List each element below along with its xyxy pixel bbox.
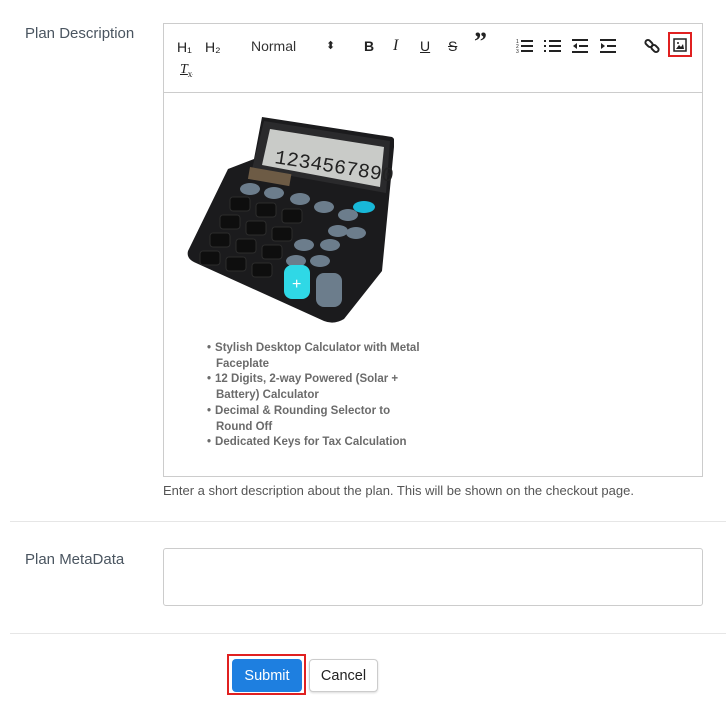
bullet-list-icon[interactable]: [544, 38, 562, 54]
plan-metadata-input[interactable]: [163, 548, 703, 606]
feature-item: 12 Digits, 2-way Powered (Solar + Batter…: [206, 372, 421, 403]
submit-button[interactable]: Submit: [232, 659, 302, 692]
strike-button[interactable]: S: [448, 38, 457, 54]
feature-item: Stylish Desktop Calculator with Metal Fa…: [206, 341, 421, 372]
clear-format-button[interactable]: Tx: [180, 62, 192, 82]
feature-item: Decimal & Rounding Selector to Round Off: [206, 404, 421, 435]
calculator-image: 123456789012 +: [187, 117, 394, 323]
outdent-icon[interactable]: [572, 38, 590, 54]
blockquote-button[interactable]: ”: [474, 29, 487, 55]
plan-metadata-label: Plan MetaData: [25, 551, 125, 568]
ordered-list-icon[interactable]: 123: [516, 38, 534, 54]
feature-list: Stylish Desktop Calculator with Metal Fa…: [206, 341, 421, 451]
link-icon[interactable]: [644, 38, 660, 54]
heading2-button[interactable]: H₂: [205, 39, 221, 55]
feature-item: Dedicated Keys for Tax Calculation: [206, 435, 421, 451]
divider: [10, 633, 726, 634]
image-button-highlight: [668, 32, 692, 57]
plan-description-label: Plan Description: [25, 25, 135, 42]
divider: [10, 521, 726, 522]
editor-toolbar: H₁ H₂ Normal ⬍ B I U S ” 123 Tx: [164, 24, 702, 93]
indent-icon[interactable]: [600, 38, 618, 54]
svg-text:3: 3: [516, 49, 519, 54]
heading1-button[interactable]: H₁: [177, 39, 192, 55]
bold-button[interactable]: B: [364, 38, 374, 54]
select-arrows-icon[interactable]: ⬍: [326, 38, 335, 54]
cancel-button[interactable]: Cancel: [309, 659, 378, 692]
rich-text-editor[interactable]: H₁ H₂ Normal ⬍ B I U S ” 123 Tx 12345678…: [163, 23, 703, 477]
italic-button[interactable]: I: [393, 38, 398, 54]
format-select[interactable]: Normal: [251, 38, 296, 54]
description-help-text: Enter a short description about the plan…: [163, 483, 634, 498]
underline-button[interactable]: U: [420, 38, 430, 54]
svg-text:+: +: [292, 276, 301, 293]
